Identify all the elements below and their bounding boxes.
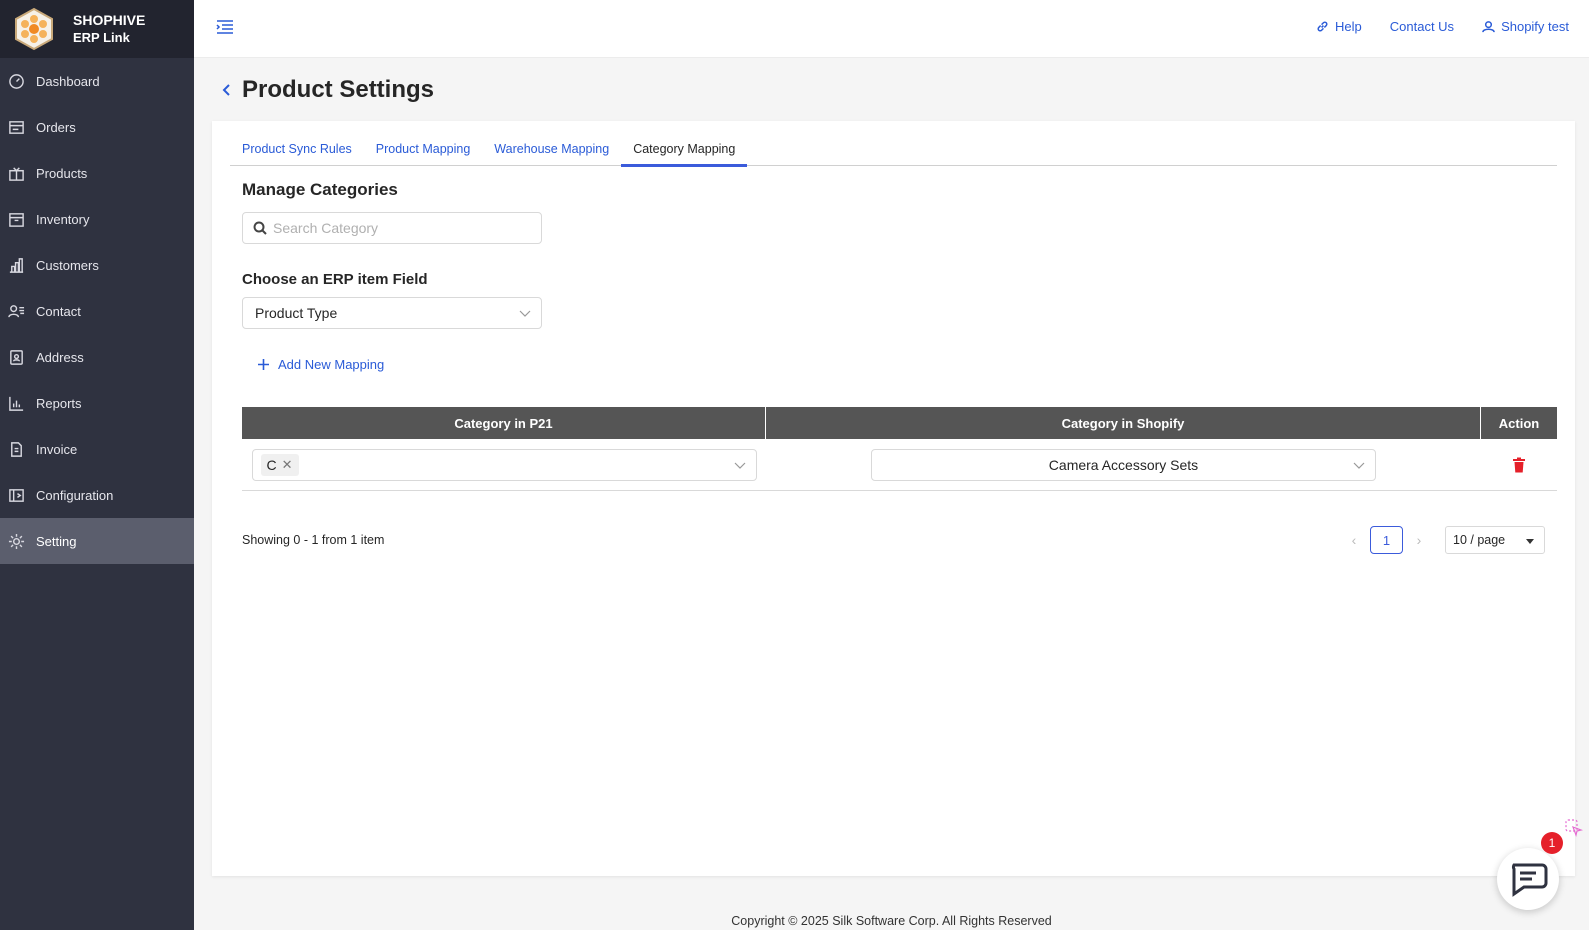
erp-field-label: Choose an ERP item Field (242, 271, 428, 288)
p21-category-cell: C ✕ (242, 439, 766, 490)
column-header-p21: Category in P21 (242, 407, 766, 439)
chevron-down-icon (734, 462, 745, 469)
user-icon (1482, 20, 1495, 32)
customers-icon (7, 256, 25, 274)
category-tag: C ✕ (260, 453, 299, 476)
page-size-value: 10 / page (1453, 533, 1506, 547)
sidebar-item-products[interactable]: Products (0, 150, 194, 196)
sidebar-item-reports[interactable]: Reports (0, 380, 194, 426)
plus-icon (258, 359, 269, 370)
shopify-category-cell: Camera Accessory Sets (766, 439, 1481, 490)
sidebar-item-label: Contact (36, 303, 81, 319)
sidebar-item-configuration[interactable]: Configuration (0, 472, 194, 518)
inventory-icon (7, 210, 25, 228)
page-title: Product Settings (242, 76, 435, 103)
orders-icon (7, 118, 25, 136)
prev-page-icon[interactable]: ‹ (1344, 526, 1364, 554)
chevron-down-icon (519, 310, 531, 317)
brand-subtitle: ERP Link (73, 30, 130, 45)
sidebar-item-dashboard[interactable]: Dashboard (0, 58, 194, 104)
category-mapping-table: Category in P21 Category in Shopify Acti… (242, 407, 1557, 491)
footer-copyright: Copyright © 2025 Silk Software Corp. All… (731, 914, 1052, 928)
contact-icon (7, 302, 25, 320)
reports-icon (7, 394, 25, 412)
settings-card: Product Sync Rules Product Mapping Wareh… (212, 121, 1575, 876)
column-header-action: Action (1498, 415, 1540, 431)
category-tag-label: C (266, 456, 277, 473)
section-title: Manage Categories (242, 180, 398, 199)
sidebar-item-label: Orders (36, 119, 76, 135)
sidebar-item-label: Customers (36, 257, 99, 273)
products-icon (7, 164, 25, 182)
pagination: ‹ 1 › 10 / page (1344, 526, 1545, 554)
sidebar-item-label: Address (36, 349, 84, 365)
sidebar: SHOPHIVE ERP Link Dashboard Orders Produ… (0, 0, 194, 930)
sidebar-item-orders[interactable]: Orders (0, 104, 194, 150)
help-link[interactable]: Help (1316, 19, 1362, 34)
user-name: Shopify test (1501, 18, 1569, 34)
chat-unread-badge: 1 (1541, 832, 1563, 854)
tab-warehouse-mapping[interactable]: Warehouse Mapping (482, 133, 621, 166)
sidebar-item-label: Reports (36, 395, 82, 411)
sidebar-item-customers[interactable]: Customers (0, 242, 194, 288)
chat-button[interactable] (1497, 848, 1559, 910)
shopify-category-select[interactable]: Camera Accessory Sets (871, 448, 1376, 481)
sidebar-item-label: Configuration (36, 487, 114, 503)
sidebar-item-label: Setting (36, 533, 77, 549)
column-header-shopify: Category in Shopify (766, 407, 1481, 439)
shopify-category-value: Camera Accessory Sets (1048, 456, 1199, 473)
back-chevron-icon[interactable] (220, 80, 234, 100)
select-cursor-icon[interactable] (1564, 818, 1584, 838)
sidebar-item-inventory[interactable]: Inventory (0, 196, 194, 242)
search-category-input[interactable] (273, 220, 523, 236)
table-row: C ✕ Camera Accessory Sets (242, 439, 1557, 491)
table-header: Category in P21 Category in Shopify Acti… (242, 407, 1557, 439)
delete-trash-icon[interactable] (1512, 457, 1526, 473)
sidebar-item-label: Products (36, 165, 88, 181)
page-title-row: Product Settings (220, 76, 434, 104)
tab-category-mapping[interactable]: Category Mapping (621, 133, 748, 167)
contact-us-link[interactable]: Contact Us (1390, 19, 1454, 34)
sidebar-item-label: Invoice (36, 441, 78, 457)
top-header: Help Contact Us Shopify test (194, 0, 1589, 58)
add-new-mapping-label: Add New Mapping (278, 357, 385, 372)
shophive-logo-icon (15, 7, 53, 51)
configuration-icon (7, 486, 25, 504)
chevron-down-icon (1353, 462, 1365, 469)
user-menu[interactable]: Shopify test (1482, 19, 1569, 34)
help-label: Help (1335, 18, 1362, 34)
p21-category-select[interactable]: C ✕ (251, 448, 757, 481)
contact-us-label: Contact Us (1389, 18, 1455, 34)
action-cell (1481, 439, 1557, 490)
search-icon (253, 221, 267, 235)
settings-tabs: Product Sync Rules Product Mapping Wareh… (230, 133, 1557, 167)
gear-icon (7, 532, 25, 550)
invoice-icon (7, 440, 25, 458)
erp-field-select[interactable]: Product Type (242, 297, 542, 329)
erp-field-value: Product Type (255, 305, 338, 321)
sidebar-item-invoice[interactable]: Invoice (0, 426, 194, 472)
search-category-box (242, 212, 542, 244)
menu-collapse-icon[interactable] (216, 18, 234, 36)
page-size-select[interactable]: 10 / page (1445, 526, 1545, 554)
sidebar-item-label: Inventory (36, 211, 90, 227)
page-number-button[interactable]: 1 (1370, 526, 1403, 554)
sidebar-item-address[interactable]: Address (0, 334, 194, 380)
address-icon (7, 348, 25, 366)
link-icon (1317, 21, 1328, 31)
sidebar-item-setting[interactable]: Setting (0, 518, 194, 564)
caret-down-icon (1526, 539, 1534, 544)
brand-name: SHOPHIVE (73, 12, 146, 28)
brand[interactable]: SHOPHIVE ERP Link (0, 0, 194, 58)
tab-product-sync-rules[interactable]: Product Sync Rules (230, 133, 364, 166)
sidebar-item-label: Dashboard (36, 73, 100, 89)
sidebar-item-contact[interactable]: Contact (0, 288, 194, 334)
dashboard-icon (7, 72, 25, 90)
next-page-icon[interactable]: › (1409, 526, 1429, 554)
chat-icon (1511, 863, 1548, 897)
tab-product-mapping[interactable]: Product Mapping (364, 133, 483, 166)
add-new-mapping-button[interactable]: Add New Mapping (257, 357, 384, 372)
showing-summary: Showing 0 - 1 from 1 item (242, 533, 385, 547)
remove-tag-icon[interactable]: ✕ (282, 457, 293, 473)
